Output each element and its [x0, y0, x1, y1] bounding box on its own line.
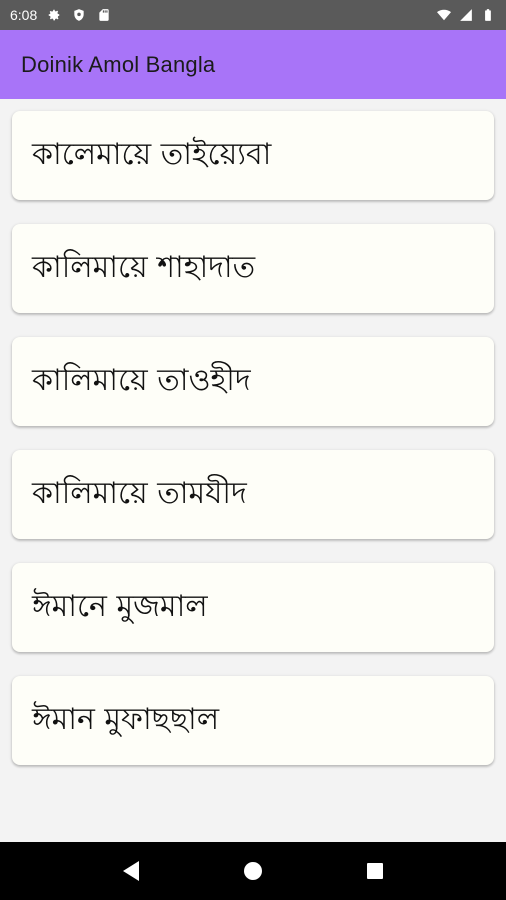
home-icon [244, 862, 262, 880]
list-item-kalima-shahadat[interactable]: কালিমায়ে শাহাদাত [12, 224, 494, 313]
list-item-label: কালিমায়ে তামযীদ [32, 476, 247, 511]
recents-button[interactable] [355, 851, 395, 891]
menu-list: কালেমায়ে তাইয়্যেবা কালিমায়ে শাহাদাত ক… [12, 111, 494, 789]
signal-icon [458, 7, 474, 23]
wifi-icon [436, 7, 452, 23]
recents-icon [367, 863, 383, 879]
app-title: Doinik Amol Bangla [21, 51, 216, 77]
list-item-label: ঈমানে মুজমাল [32, 589, 208, 624]
screen: 6:08 Doinik Amol Bangla কালেমায়ে তাইয়্… [0, 0, 506, 900]
gear-icon [46, 7, 62, 23]
sd-card-icon [96, 7, 112, 23]
status-left: 6:08 [10, 7, 112, 23]
app-bar: Doinik Amol Bangla [0, 30, 506, 99]
list-item-iman-mujmal[interactable]: ঈমানে মুজমাল [12, 563, 494, 652]
list-item-label: কালেমায়ে তাইয়্যেবা [32, 137, 272, 172]
back-icon [123, 861, 139, 881]
status-bar: 6:08 [0, 0, 506, 30]
list-item-kalima-tamjeed[interactable]: কালিমায়ে তামযীদ [12, 450, 494, 539]
list-item-label: ঈমান মুফাছছাল [32, 702, 220, 737]
list-item-iman-mufassal[interactable]: ঈমান মুফাছছাল [12, 676, 494, 765]
list-item-label: কালিমায়ে শাহাদাত [32, 250, 256, 285]
status-time: 6:08 [10, 7, 38, 23]
status-right [436, 7, 496, 23]
shield-icon [71, 7, 87, 23]
back-button[interactable] [111, 851, 151, 891]
home-button[interactable] [233, 851, 273, 891]
list-item-kalima-tawheed[interactable]: কালিমায়ে তাওহীদ [12, 337, 494, 426]
list-item-kalema-tayyeba[interactable]: কালেমায়ে তাইয়্যেবা [12, 111, 494, 200]
list-item-label: কালিমায়ে তাওহীদ [32, 363, 251, 398]
navigation-bar [0, 842, 506, 900]
battery-icon [480, 7, 496, 23]
